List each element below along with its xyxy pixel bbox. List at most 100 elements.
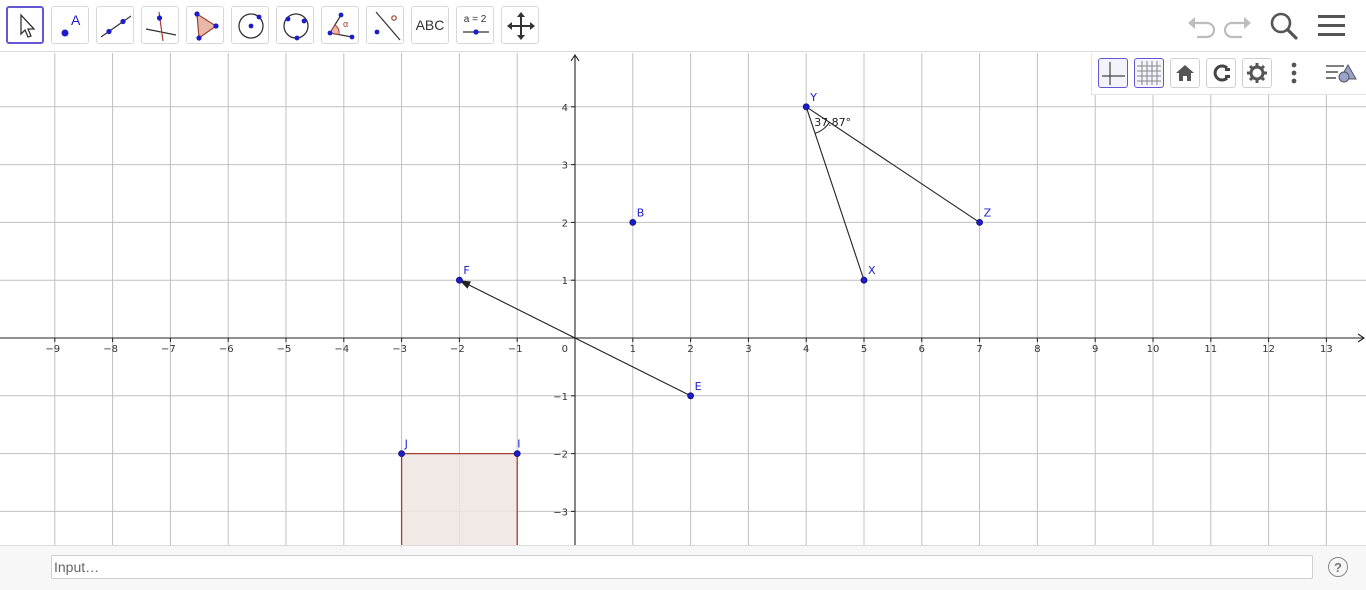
- x-tick-label: 7: [976, 344, 982, 355]
- cursor-arrow-icon: [20, 13, 36, 38]
- y-tick-label: 4: [562, 103, 568, 114]
- toggle-axes-button[interactable]: [1098, 58, 1128, 88]
- angle-tool[interactable]: α: [321, 6, 359, 44]
- x-tick-label: 12: [1262, 344, 1275, 355]
- y-tick-label: 1: [562, 276, 568, 287]
- origin-label: 0: [562, 344, 568, 355]
- x-tick-label: 2: [687, 344, 693, 355]
- more-options-button[interactable]: [1286, 59, 1302, 89]
- x-tick-label: 1: [630, 344, 636, 355]
- redo-icon: [1223, 17, 1251, 39]
- line-tool[interactable]: [96, 6, 134, 44]
- undo-button[interactable]: [1183, 8, 1219, 44]
- segment-YX: [805, 106, 865, 281]
- circle-center-point-tool[interactable]: [231, 6, 269, 44]
- x-tick-label: 4: [803, 344, 809, 355]
- slider-icon: [463, 29, 489, 35]
- point-label-E: E: [695, 380, 702, 393]
- circle-center-point-icon: [238, 13, 264, 39]
- search-button[interactable]: [1266, 8, 1302, 44]
- x-tick-label: −5: [277, 344, 292, 355]
- x-tick-label: 5: [861, 344, 867, 355]
- y-tick-label: 2: [562, 218, 568, 229]
- toolbar: A α ABC a = 2: [0, 0, 1366, 52]
- point-Y: [802, 103, 810, 111]
- point-tool[interactable]: A: [51, 6, 89, 44]
- standard-view-button[interactable]: [1170, 58, 1200, 88]
- point-label-X: X: [868, 264, 876, 277]
- point-label-I: I: [517, 438, 520, 451]
- home-icon: [1176, 65, 1194, 81]
- point-capturing-button[interactable]: [1206, 58, 1236, 88]
- perpendicular-line-tool[interactable]: [141, 6, 179, 44]
- point-I: [513, 450, 521, 458]
- y-tick-label: −3: [553, 507, 568, 518]
- x-tick-label: −9: [45, 344, 60, 355]
- x-tick-label: −1: [508, 344, 523, 355]
- y-tick-label: −2: [553, 450, 568, 461]
- angle-label: 37.87°: [814, 116, 851, 129]
- text-tool[interactable]: ABC: [411, 6, 449, 44]
- search-icon: [1270, 12, 1298, 40]
- algebra-input-field[interactable]: [51, 555, 1313, 579]
- point-capture-icon: [1213, 64, 1230, 82]
- y-tick-label: −1: [553, 392, 568, 403]
- point-E: [687, 392, 694, 400]
- help-icon: ?: [1334, 559, 1342, 575]
- angle-icon: [327, 12, 355, 40]
- reflect-about-line-icon: [374, 11, 401, 41]
- axes-icon: [1102, 62, 1125, 85]
- line-through-points-icon: [100, 15, 132, 38]
- axis-tick-labels: −9 −8 −7 −6 −5 −4 −3 −2 −1 1 2 3 4 5 6 7 8 9 10 11 12 134321−…: [45, 103, 1332, 519]
- point-tool-label: A: [71, 12, 81, 28]
- style-bar: [1091, 53, 1366, 95]
- point-label-Z: Z: [984, 206, 992, 219]
- perpendicular-line-icon: [145, 11, 177, 42]
- menu-icon: [1318, 15, 1345, 36]
- x-tick-label: −4: [334, 344, 349, 355]
- graphics-view[interactable]: 37.87° −9 −8 −7 −6 −5 −4 −3 −2 −1 1 2 3 4 5 6 7 8 9 10 11 12…: [0, 53, 1366, 545]
- graphics-settings-button[interactable]: [1242, 58, 1272, 88]
- x-tick-label: 13: [1320, 344, 1333, 355]
- text-icon: ABC: [415, 17, 445, 33]
- toggle-grid-button[interactable]: [1134, 58, 1164, 88]
- x-tick-label: −2: [450, 344, 465, 355]
- x-tick-label: 10: [1147, 344, 1160, 355]
- axes: [0, 54, 1365, 545]
- gear-icon: [1247, 63, 1267, 83]
- point-labels: B F E Y X Z J I: [404, 91, 992, 451]
- x-tick-label: −8: [103, 344, 118, 355]
- point-label-F: F: [463, 264, 469, 277]
- point-X: [860, 276, 868, 284]
- point-J: [398, 450, 406, 458]
- grid: [0, 53, 1366, 545]
- x-tick-label: 11: [1204, 344, 1217, 355]
- x-tick-label: 3: [745, 344, 751, 355]
- x-tick-label: 6: [919, 344, 925, 355]
- move-tool[interactable]: [6, 6, 44, 44]
- grid-icon: [1137, 61, 1161, 85]
- circle-three-points-tool[interactable]: [276, 6, 314, 44]
- x-tick-label: 9: [1092, 344, 1098, 355]
- slider-tool[interactable]: a = 2: [456, 6, 494, 44]
- vertical-dots-icon: [1291, 62, 1297, 84]
- move-graphics-view-tool[interactable]: [501, 6, 539, 44]
- y-tick-label: 3: [562, 161, 568, 172]
- circle-three-points-icon: [283, 13, 309, 41]
- main-menu-button[interactable]: [1314, 8, 1350, 44]
- polygon-icon: [194, 11, 219, 41]
- point-F: [455, 276, 463, 284]
- polygon-square: [400, 452, 518, 545]
- x-tick-label: −6: [219, 344, 234, 355]
- graphics-canvas[interactable]: 37.87° −9 −8 −7 −6 −5 −4 −3 −2 −1 1 2 3 4 5 6 7 8 9 10 11 12…: [0, 53, 1366, 545]
- style-bar-toggle-icon: [1326, 63, 1357, 83]
- redo-button[interactable]: [1220, 8, 1256, 44]
- point-label-J: J: [404, 438, 408, 451]
- close-style-bar-button[interactable]: [1324, 59, 1360, 89]
- move-view-arrows-icon: [507, 12, 535, 40]
- help-button[interactable]: ?: [1328, 557, 1348, 577]
- angle-tool-label: α: [343, 19, 349, 29]
- polygon-tool[interactable]: [186, 6, 224, 44]
- undo-icon: [1188, 17, 1216, 39]
- reflect-line-tool[interactable]: [366, 6, 404, 44]
